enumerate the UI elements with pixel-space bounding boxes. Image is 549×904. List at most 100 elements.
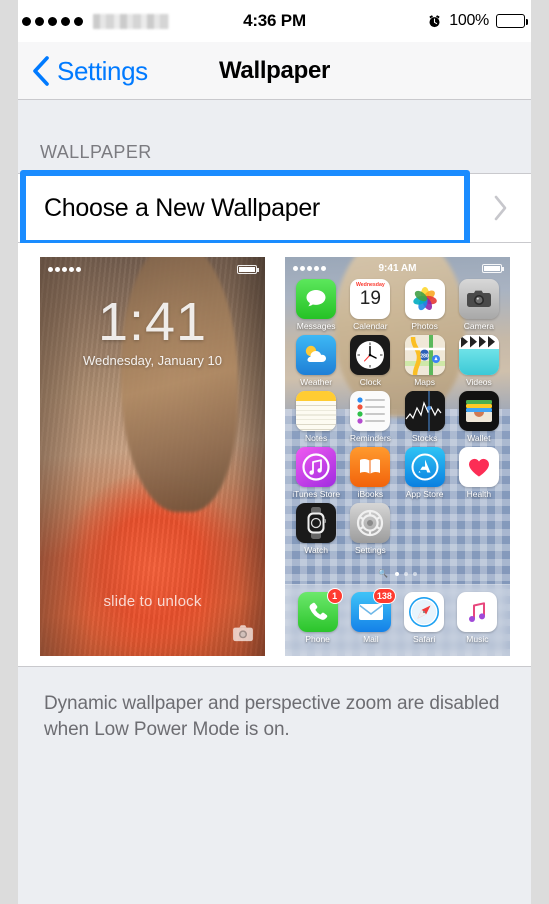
- navigation-bar: Settings Wallpaper: [18, 42, 531, 100]
- app-health[interactable]: Health: [452, 447, 506, 499]
- choose-new-wallpaper-label: Choose a New Wallpaper: [44, 193, 320, 222]
- app-messages[interactable]: Messages: [289, 279, 343, 331]
- app-watch[interactable]: Watch: [289, 503, 343, 555]
- app-label: Videos: [465, 377, 492, 387]
- home-screen-icon-grid: Messages Wednesday 19 Calendar Photos Ca…: [285, 279, 510, 578]
- chevron-right-icon: [494, 195, 507, 221]
- app-maps[interactable]: 280 Maps: [398, 335, 452, 387]
- safari-icon: [404, 591, 445, 632]
- slide-to-unlock-text: slide to unlock: [103, 593, 202, 610]
- app-label: Messages: [296, 321, 336, 331]
- stocks-icon: [404, 391, 445, 431]
- mail-icon: 138: [350, 587, 396, 632]
- status-bar: 4:36 PM 100%: [18, 0, 531, 42]
- camera-app-icon: [458, 279, 499, 319]
- clock-icon: [350, 335, 391, 375]
- badge-count: 1: [326, 587, 343, 604]
- app-label: Notes: [305, 433, 328, 443]
- app-videos[interactable]: Videos: [452, 335, 506, 387]
- section-header-wallpaper: WALLPAPER: [40, 142, 152, 162]
- home-screen-dock: 1 Phone 138 Mail Safari Music: [285, 584, 510, 656]
- app-label: iBooks: [357, 489, 384, 499]
- dock-app-label: Music: [466, 633, 489, 644]
- app-camera[interactable]: Camera: [452, 279, 506, 331]
- music-icon: [457, 591, 498, 632]
- app-label: Wallet: [467, 433, 491, 443]
- app-label: Watch: [304, 545, 329, 555]
- status-bar-right: 100%: [427, 0, 528, 42]
- page-title: Wallpaper: [218, 57, 331, 84]
- choose-new-wallpaper-row[interactable]: Choose a New Wallpaper: [18, 173, 531, 243]
- app-label: Settings: [355, 545, 386, 555]
- dock-app-label: Mail: [363, 633, 379, 644]
- battery-full-icon: [496, 14, 528, 28]
- dock-app-music[interactable]: Music: [457, 591, 498, 644]
- app-label: App Store: [405, 489, 444, 499]
- app-weather[interactable]: Weather: [289, 335, 343, 387]
- wallpaper-previews: 1:41 Wednesday, January 10 slide to unlo…: [18, 243, 531, 667]
- app-label: Stocks: [411, 433, 438, 443]
- maps-icon: 280: [404, 335, 445, 375]
- app-clock[interactable]: Clock: [343, 335, 397, 387]
- lock-preview-status-bar: [40, 262, 265, 276]
- app-notes[interactable]: Notes: [289, 391, 343, 443]
- dock-app-phone[interactable]: 1 Phone: [297, 587, 343, 644]
- dock-app-mail[interactable]: 138 Mail: [350, 587, 396, 644]
- app-photos[interactable]: Photos: [398, 279, 452, 331]
- app-label: Clock: [359, 377, 381, 387]
- lock-battery-icon: [237, 264, 259, 274]
- videos-icon: [458, 335, 499, 375]
- svg-text:280: 280: [420, 353, 429, 359]
- app-label: Weather: [300, 377, 333, 387]
- settings-gear-icon: [350, 503, 391, 543]
- lock-screen-preview[interactable]: 1:41 Wednesday, January 10 slide to unlo…: [40, 257, 265, 656]
- dock-app-label: Phone: [305, 633, 330, 644]
- home-screen-time: 9:41 AM: [378, 262, 417, 274]
- footer-note: Dynamic wallpaper and perspective zoom a…: [44, 693, 500, 741]
- lock-screen-date: Wednesday, January 10: [83, 353, 222, 368]
- app-label: Maps: [414, 377, 436, 387]
- app-label: Calendar: [353, 321, 388, 331]
- app-app-store[interactable]: App Store: [398, 447, 452, 499]
- badge-count: 138: [372, 587, 396, 604]
- battery-percentage: 100%: [449, 12, 489, 29]
- home-screen-preview[interactable]: 9:41 AM Messages Wednesday 19 Calendar P…: [285, 257, 510, 656]
- app-calendar[interactable]: Wednesday 19 Calendar: [343, 279, 397, 331]
- camera-icon: [233, 625, 253, 642]
- page-indicator-dots: 🔍: [285, 569, 510, 578]
- app-wallet[interactable]: Wallet: [452, 391, 506, 443]
- lock-signal-dots: [48, 266, 81, 272]
- ibooks-icon: [350, 447, 391, 487]
- app-label: Camera: [463, 321, 494, 331]
- home-battery-icon: [482, 263, 504, 273]
- home-preview-status-bar: 9:41 AM: [285, 261, 510, 275]
- app-label: Photos: [411, 321, 438, 331]
- settings-content: WALLPAPER Choose a New Wallpaper 1:41 We…: [18, 100, 531, 904]
- health-icon: [458, 447, 499, 487]
- app-stocks[interactable]: Stocks: [398, 391, 452, 443]
- weather-icon: [296, 335, 337, 375]
- choose-wallpaper-row-wrapper: Choose a New Wallpaper: [18, 170, 531, 246]
- calendar-icon: Wednesday 19: [350, 279, 391, 319]
- alarm-clock-icon: [429, 14, 440, 27]
- photos-icon: [404, 279, 445, 319]
- messages-icon: [296, 279, 337, 319]
- app-label: iTunes Store: [292, 489, 341, 499]
- notes-icon: [296, 391, 337, 431]
- app-settings[interactable]: Settings: [343, 503, 397, 555]
- search-icon: 🔍: [378, 569, 388, 578]
- dock-app-label: Safari: [413, 633, 436, 644]
- app-ibooks[interactable]: iBooks: [343, 447, 397, 499]
- app-label: Reminders: [349, 433, 391, 443]
- lock-screen-time: 1:41: [97, 292, 208, 352]
- watch-icon: [296, 503, 337, 543]
- app-itunes-store[interactable]: iTunes Store: [289, 447, 343, 499]
- app-store-icon: [404, 447, 445, 487]
- app-label: Health: [466, 489, 492, 499]
- app-reminders[interactable]: Reminders: [343, 391, 397, 443]
- dock-app-safari[interactable]: Safari: [404, 591, 445, 644]
- phone-screen: 4:36 PM 100% Settings Wallpaper WALLPAPE…: [18, 0, 531, 904]
- wallet-icon: [458, 391, 499, 431]
- phone-icon: 1: [297, 587, 343, 632]
- itunes-store-icon: [296, 447, 337, 487]
